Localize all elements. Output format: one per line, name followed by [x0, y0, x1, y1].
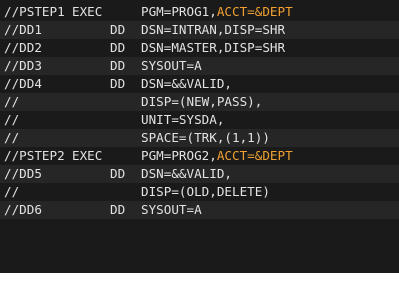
- jcl-name-field: //DD3: [4, 58, 42, 73]
- jcl-parameter-field: DSN=MASTER,DISP=SHR: [141, 40, 286, 55]
- jcl-parameter-field: SPACE=(TRK,(1,1)): [141, 130, 270, 145]
- code-line: // DISP=(NEW,PASS),: [0, 93, 399, 111]
- jcl-parameter-field: UNIT=SYSDA,: [141, 112, 225, 127]
- jcl-name-field: //PSTEP1: [4, 4, 65, 19]
- jcl-name-field: //DD1: [4, 22, 42, 37]
- highlighted-parameter: ACCT=&DEPT: [216, 148, 293, 163]
- jcl-name-field: //DD4: [4, 76, 42, 91]
- jcl-parameter-text: PGM=PROG1,: [141, 4, 217, 19]
- jcl-parameter-field: DISP=(NEW,PASS),: [141, 94, 263, 109]
- jcl-continuation-marker: //: [4, 112, 20, 127]
- code-line: //PSTEP2 EXEC PGM=PROG2,ACCT=&DEPT: [0, 147, 399, 165]
- jcl-continuation-marker: //: [4, 130, 20, 145]
- jcl-name-field: //PSTEP2: [4, 148, 65, 163]
- code-line: //DD4 DD DSN=&&VALID,: [0, 75, 399, 93]
- jcl-name-field: //DD6: [4, 202, 42, 217]
- jcl-parameter-field: SYSOUT=A: [141, 58, 202, 73]
- code-line: // SPACE=(TRK,(1,1)): [0, 129, 399, 147]
- code-line: //DD6 DD SYSOUT=A: [0, 201, 399, 219]
- jcl-operation-field: DD: [110, 58, 126, 73]
- code-line: // UNIT=SYSDA,: [0, 111, 399, 129]
- jcl-operation-field: DD: [110, 76, 126, 91]
- code-line: //DD1 DD DSN=INTRAN,DISP=SHR: [0, 21, 399, 39]
- jcl-parameter-field: PGM=PROG2,ACCT=&DEPT: [141, 147, 293, 165]
- code-line: //PSTEP1 EXEC PGM=PROG1,ACCT=&DEPT: [0, 3, 399, 21]
- jcl-operation-field: DD: [110, 40, 126, 55]
- jcl-operation-field: DD: [110, 22, 126, 37]
- jcl-parameter-field: PGM=PROG1,ACCT=&DEPT: [141, 3, 293, 21]
- code-line: //DD5 DD DSN=&&VALID,: [0, 165, 399, 183]
- jcl-parameter-text: PGM=PROG2,: [141, 148, 217, 163]
- jcl-operation-field: EXEC: [72, 148, 103, 163]
- jcl-operation-field: EXEC: [72, 4, 103, 19]
- jcl-parameter-field: DSN=&&VALID,: [141, 76, 232, 91]
- jcl-parameter-field: SYSOUT=A: [141, 202, 202, 217]
- jcl-parameter-field: DISP=(OLD,DELETE): [141, 184, 270, 199]
- jcl-continuation-marker: //: [4, 184, 20, 199]
- jcl-name-field: //DD5: [4, 166, 42, 181]
- code-line: //DD2 DD DSN=MASTER,DISP=SHR: [0, 39, 399, 57]
- jcl-continuation-marker: //: [4, 94, 20, 109]
- code-block: //PSTEP1 EXEC PGM=PROG1,ACCT=&DEPT //DD1…: [0, 0, 399, 273]
- jcl-parameter-field: DSN=INTRAN,DISP=SHR: [141, 22, 286, 37]
- jcl-operation-field: DD: [110, 202, 126, 217]
- highlighted-parameter: ACCT=&DEPT: [216, 4, 293, 19]
- jcl-name-field: //DD2: [4, 40, 42, 55]
- jcl-parameter-field: DSN=&&VALID,: [141, 166, 232, 181]
- code-line: // DISP=(OLD,DELETE): [0, 183, 399, 201]
- code-line: //DD3 DD SYSOUT=A: [0, 57, 399, 75]
- jcl-operation-field: DD: [110, 166, 126, 181]
